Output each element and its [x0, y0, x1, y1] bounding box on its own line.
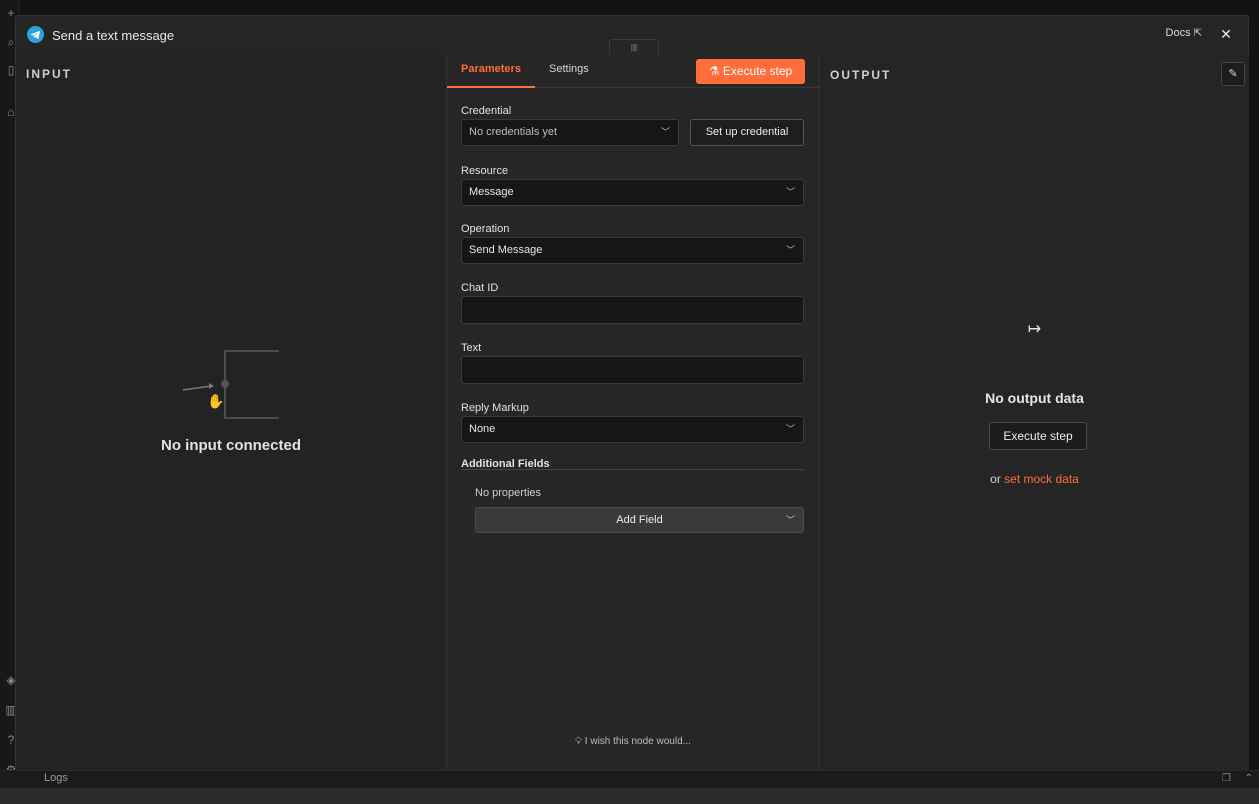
credential-select[interactable]: No credentials yet ﹀ — [461, 119, 679, 146]
output-panel: OUTPUT ✎ ↦ No output data Execute step o… — [820, 54, 1249, 770]
modal-title: Send a text message — [52, 28, 175, 43]
resource-value: Message — [469, 186, 514, 198]
resource-select[interactable]: Message ﹀ — [461, 179, 804, 206]
popout-icon[interactable]: ❐ — [1222, 773, 1231, 784]
docs-link[interactable]: Docs ⇱ — [1166, 27, 1202, 39]
feedback-link[interactable]: 💡︎ I wish this node would... — [447, 736, 819, 747]
reply-markup-label: Reply Markup — [461, 402, 529, 414]
operation-value: Send Message — [469, 244, 543, 256]
arrow-right-to-bar-icon: ↦ — [1027, 321, 1042, 338]
edit-output-button[interactable]: ✎ — [1221, 62, 1245, 86]
lightbulb-icon: 💡︎ — [575, 736, 585, 747]
input-panel: INPUT ✋ No input connected — [16, 54, 446, 770]
chevron-down-icon: ﹀ — [660, 127, 670, 137]
chevron-up-icon[interactable]: ⌃ — [1245, 773, 1253, 784]
text-label: Text — [461, 342, 482, 354]
reply-markup-value: None — [469, 423, 496, 435]
chevron-down-icon: ﹀ — [785, 187, 795, 197]
feedback-text: I wish this node would... — [584, 736, 691, 747]
execute-step-button[interactable]: ⚗ Execute step — [696, 59, 805, 84]
add-field-label: Add Field — [616, 514, 663, 526]
setup-credential-button[interactable]: Set up credential — [690, 119, 804, 146]
tab-parameters[interactable]: Parameters — [461, 63, 521, 75]
chevron-down-icon: ﹀ — [785, 515, 795, 525]
mock-data-line: or set mock data — [820, 472, 1249, 486]
bottom-strip — [0, 788, 1259, 804]
chevron-down-icon: ﹀ — [785, 424, 795, 434]
additional-fields-divider — [461, 469, 804, 470]
text-input[interactable] — [461, 356, 804, 384]
tab-settings[interactable]: Settings — [549, 63, 589, 75]
input-connector-illustration: ✋ — [182, 350, 279, 419]
operation-select[interactable]: Send Message ﹀ — [461, 237, 804, 264]
output-panel-label: OUTPUT — [830, 68, 892, 82]
no-output-text: No output data — [985, 390, 1084, 406]
tab-bar: Parameters Settings ⚗ Execute step — [447, 54, 819, 88]
input-panel-label: INPUT — [26, 67, 72, 81]
resource-label: Resource — [461, 165, 509, 177]
reply-markup-select[interactable]: None ﹀ — [461, 416, 804, 443]
docs-label: Docs — [1165, 27, 1191, 39]
chat-id-input[interactable] — [461, 296, 804, 324]
external-link-icon: ⇱ — [1193, 28, 1202, 39]
node-modal: Send a text message Docs ⇱ ✕ INPUT ✋ No i… — [15, 15, 1249, 770]
active-tab-indicator — [447, 86, 535, 88]
flask-icon: ⚗ — [708, 64, 723, 78]
drag-handle[interactable]: ||| — [609, 39, 659, 54]
logs-bar[interactable]: Logs ❐ ⌃ — [0, 770, 1259, 788]
chat-id-label: Chat ID — [461, 282, 499, 294]
telegram-icon — [27, 26, 44, 43]
set-mock-data-link[interactable]: set mock data — [1004, 472, 1079, 486]
output-execute-step-button[interactable]: Execute step — [989, 422, 1087, 450]
svg-text:✋: ✋ — [207, 393, 224, 410]
pencil-icon: ✎ — [1228, 68, 1238, 80]
credential-value: No credentials yet — [469, 126, 558, 138]
no-properties-text: No properties — [475, 487, 542, 499]
close-button[interactable]: ✕ — [1218, 26, 1234, 42]
no-input-text: No input connected — [161, 437, 301, 454]
add-field-button[interactable]: Add Field ﹀ — [475, 507, 804, 533]
chevron-down-icon: ﹀ — [785, 245, 795, 255]
credential-label: Credential — [461, 105, 512, 117]
or-text: or — [990, 472, 1001, 486]
parameters-panel: ||| Parameters Settings ⚗ Execute step C… — [446, 39, 820, 770]
operation-label: Operation — [461, 223, 510, 235]
logs-label[interactable]: Logs — [44, 772, 68, 784]
execute-step-label: Execute step — [722, 64, 793, 78]
